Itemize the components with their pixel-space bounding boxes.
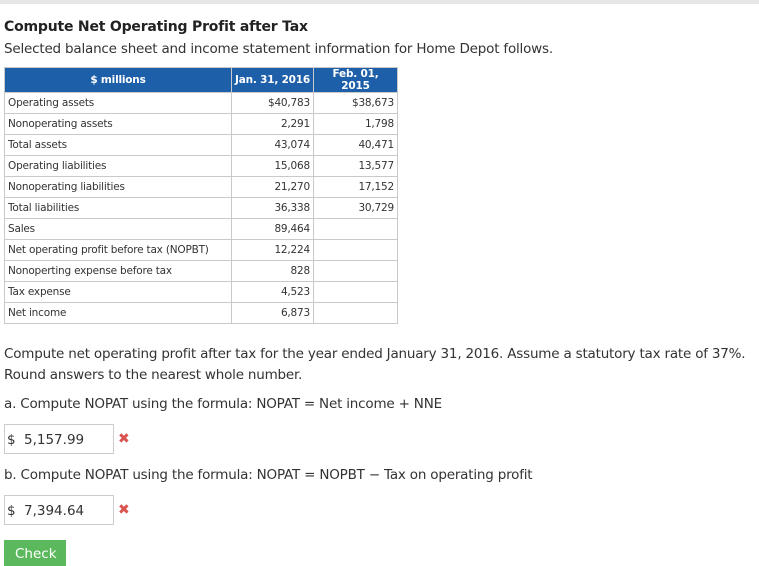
value-2016: $40,783 [231, 92, 314, 114]
top-divider [0, 0, 759, 4]
header-units: $ millions [4, 67, 232, 93]
incorrect-x-icon: ✖ [118, 502, 130, 518]
value-2015: 17,152 [313, 176, 398, 198]
value-2015 [313, 281, 398, 303]
row-label: Nonoperating liabilities [4, 176, 232, 198]
part-a-answer-input[interactable]: $ 5,157.99 [4, 424, 114, 454]
table-header-row: $ millions Jan. 31, 2016 Feb. 01, 2015 [4, 67, 398, 93]
currency-symbol: $ [7, 503, 16, 519]
value-2015: 40,471 [313, 134, 398, 156]
problem-subtitle: Selected balance sheet and income statem… [4, 41, 553, 57]
table-row: Total liabilities 36,338 30,729 [4, 197, 398, 219]
value-2016: 2,291 [231, 113, 314, 135]
part-a-label: a. Compute NOPAT using the formula: NOPA… [4, 396, 442, 412]
incorrect-x-icon: ✖ [118, 431, 130, 447]
table-row: Operating liabilities 15,068 13,577 [4, 155, 398, 177]
value-2016: 4,523 [231, 281, 314, 303]
value-2015 [313, 218, 398, 240]
header-2015: Feb. 01, 2015 [313, 67, 398, 93]
value-2015 [313, 302, 398, 324]
table-row: Nonoperating assets 2,291 1,798 [4, 113, 398, 135]
table-row: Net operating profit before tax (NOPBT) 1… [4, 239, 398, 261]
value-2016: 43,074 [231, 134, 314, 156]
table-row: Nonoperting expense before tax 828 [4, 260, 398, 282]
value-2016: 21,270 [231, 176, 314, 198]
row-label: Operating assets [4, 92, 232, 114]
value-2015: 1,798 [313, 113, 398, 135]
value-2015 [313, 260, 398, 282]
value-2016: 15,068 [231, 155, 314, 177]
row-label: Nonoperting expense before tax [4, 260, 232, 282]
value-2016: 36,338 [231, 197, 314, 219]
value-2016: 12,224 [231, 239, 314, 261]
row-label: Tax expense [4, 281, 232, 303]
row-label: Sales [4, 218, 232, 240]
value-2015 [313, 239, 398, 261]
value-2015: 13,577 [313, 155, 398, 177]
question-text: Compute net operating profit after tax f… [4, 346, 746, 383]
table-row: Total assets 43,074 40,471 [4, 134, 398, 156]
value-2016: 6,873 [231, 302, 314, 324]
row-label: Nonoperating assets [4, 113, 232, 135]
problem-title: Compute Net Operating Profit after Tax [4, 19, 308, 35]
part-b-answer-input[interactable]: $ 7,394.64 [4, 495, 114, 525]
table-row: Nonoperating liabilities 21,270 17,152 [4, 176, 398, 198]
balance-sheet-table: $ millions Jan. 31, 2016 Feb. 01, 2015 O… [4, 67, 398, 324]
value-2016: 828 [231, 260, 314, 282]
row-label: Total assets [4, 134, 232, 156]
table-row: Operating assets $40,783 $38,673 [4, 92, 398, 114]
row-label: Net income [4, 302, 232, 324]
part-a-value: 5,157.99 [24, 432, 85, 448]
check-button[interactable]: Check [4, 540, 66, 566]
value-2015: 30,729 [313, 197, 398, 219]
value-2015: $38,673 [313, 92, 398, 114]
row-label: Net operating profit before tax (NOPBT) [4, 239, 232, 261]
table-row: Tax expense 4,523 [4, 281, 398, 303]
row-label: Operating liabilities [4, 155, 232, 177]
part-b-label: b. Compute NOPAT using the formula: NOPA… [4, 467, 533, 483]
header-2016: Jan. 31, 2016 [231, 67, 314, 93]
table-row: Sales 89,464 [4, 218, 398, 240]
row-label: Total liabilities [4, 197, 232, 219]
part-b-value: 7,394.64 [24, 503, 85, 519]
table-row: Net income 6,873 [4, 302, 398, 324]
value-2016: 89,464 [231, 218, 314, 240]
currency-symbol: $ [7, 432, 16, 448]
